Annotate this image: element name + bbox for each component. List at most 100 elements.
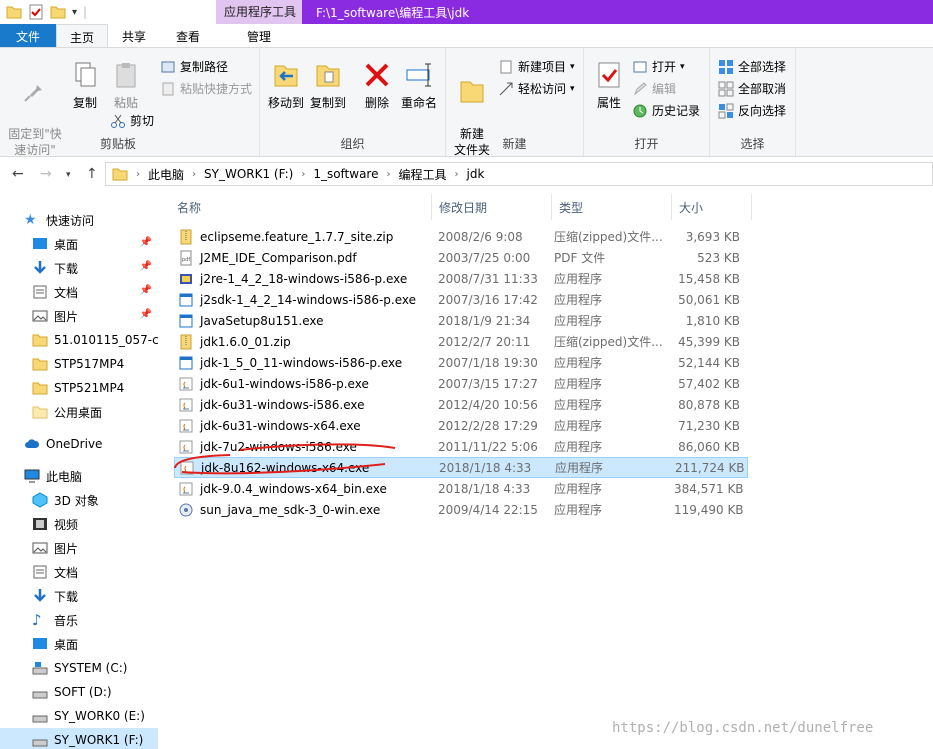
nav-pc-item[interactable]: 视频 [0,512,158,536]
cut-button[interactable]: 剪切 [110,112,154,129]
file-row[interactable]: j2re-1_4_2_18-windows-i586-p.exe 2008/7/3… [174,268,748,289]
group-organize: 移动到 复制到 删除 重命名 组织 [260,48,446,156]
copy-to-button[interactable]: 复制到 [308,60,348,111]
new-folder-icon[interactable] [50,4,66,20]
history-button[interactable]: 历史记录 [632,102,700,119]
nav-item-public-desktop[interactable]: 公用桌面 [0,400,158,424]
nav-item-downloads[interactable]: 下载 📌 [0,256,158,280]
java-file-icon [179,440,193,453]
pin-quick-access-button[interactable]: 固定到"快 速访问" [4,60,66,158]
file-row-selected[interactable]: jdk-8u162-windows-x64.exe 2018/1/18 4:33 应… [174,457,748,478]
tab-share[interactable]: 共享 [108,24,160,48]
back-arrow-icon[interactable]: ← [12,166,24,182]
nav-pc-item[interactable]: 下载 [0,584,158,608]
nav-pc-item[interactable]: 桌面 [0,632,158,656]
file-row[interactable]: jdk-6u31-windows-i586.exe 2012/4/20 10:56… [174,394,748,415]
breadcrumb-item[interactable]: 1_software [313,167,378,181]
properties-button[interactable]: 属性 [592,60,626,111]
properties-icon[interactable] [28,4,44,20]
nav-pc-item-selected[interactable]: SY_WORK1 (F:) [0,728,158,749]
pin-icon[interactable]: 📌 [140,309,152,320]
pin-icon[interactable]: 📌 [140,237,152,248]
file-row[interactable]: jdk1.6.0_01.zip 2012/2/7 20:11 压缩(zipped)文… [174,331,748,352]
system-drive-icon [32,662,48,675]
recent-locations-icon[interactable]: ▾ [66,170,71,180]
nav-pc-item[interactable]: 3D 对象 [0,488,158,512]
column-header-date[interactable]: 修改日期 [432,194,552,220]
column-header-size[interactable]: 大小 [672,194,752,220]
nav-item-pictures[interactable]: 图片 📌 [0,304,158,328]
address-bar[interactable]: › 此电脑 › SY_WORK1 (F:) › 1_software › 编程工… [105,162,933,186]
nav-pc-item[interactable]: ♪ 音乐 [0,608,158,632]
breadcrumb-item[interactable]: jdk [467,167,485,181]
select-none-button[interactable]: 全部取消 [718,80,786,97]
delete-button[interactable]: 删除 [360,60,394,111]
file-row[interactable]: jdk-6u1-windows-i586-p.exe 2007/3/15 17:2… [174,373,748,394]
edit-icon [633,81,647,95]
copy-path-button[interactable]: 复制路径 [160,58,228,75]
file-date: 2018/1/18 4:33 [439,460,532,475]
nav-onedrive[interactable]: OneDrive [0,432,158,456]
copy-button[interactable]: 复制 [68,60,102,111]
up-arrow-icon[interactable]: ↑ [86,166,98,182]
file-date: 2018/1/18 4:33 [438,481,531,496]
file-name: jdk1.6.0_01.zip [200,334,291,349]
rename-button[interactable]: 重命名 [398,60,440,111]
file-size: 80,878 KB [678,397,740,412]
breadcrumb-item[interactable]: 编程工具 [398,166,446,183]
new-item-button[interactable]: 新建项目 ▾ [498,58,575,75]
open-icon [633,61,647,72]
forward-arrow-icon[interactable]: → [40,166,52,182]
file-date: 2012/2/28 17:29 [438,418,538,433]
pin-icon[interactable]: 📌 [140,261,152,272]
file-row[interactable]: jdk-1_5_0_11-windows-i586-p.exe 2007/1/18… [174,352,748,373]
desktop-icon [33,638,47,649]
paste-shortcut-button[interactable]: 粘贴快捷方式 [160,80,252,97]
file-name: j2re-1_4_2_18-windows-i586-p.exe [200,271,408,286]
tab-manage[interactable]: 管理 [224,24,294,48]
nav-item-documents[interactable]: 文档 📌 [0,280,158,304]
tab-file[interactable]: 文件 [0,24,56,48]
tab-view[interactable]: 查看 [160,24,216,48]
tab-home[interactable]: 主页 [56,24,108,48]
file-row[interactable]: j2sdk-1_4_2_14-windows-i586-p.exe 2007/3/… [174,289,748,310]
open-button[interactable]: 打开 ▾ [632,58,685,75]
qat-dropdown-icon[interactable]: ▾ [72,7,77,18]
nav-item-desktop[interactable]: 桌面 📌 [0,232,158,256]
move-to-button[interactable]: 移动到 [266,60,306,111]
select-all-button[interactable]: 全部选择 [718,58,786,75]
file-row[interactable]: eclipseme.feature_1.7.7_site.zip 2008/2/6… [174,226,748,247]
file-row[interactable]: sun_java_me_sdk-3_0-win.exe 2009/4/14 22:… [174,499,748,520]
nav-pc-item[interactable]: SYSTEM (C:) [0,656,158,680]
file-name-cell: jdk1.6.0_01.zip [174,334,434,350]
breadcrumb-item[interactable]: 此电脑 [148,166,184,183]
edit-button[interactable]: 编辑 [632,80,676,97]
column-header-name[interactable]: 名称 [170,194,432,220]
file-name-cell: jdk-1_5_0_11-windows-i586-p.exe [174,355,434,371]
music-icon: ♪ [32,611,42,629]
nav-pc-item[interactable]: 文档 [0,560,158,584]
file-row[interactable]: jdk-9.0.4_windows-x64_bin.exe 2018/1/18 4… [174,478,748,499]
file-row[interactable]: jdk-7u2-windows-i586.exe 2011/11/22 5:06 应… [174,436,748,457]
breadcrumb-item[interactable]: SY_WORK1 (F:) [204,167,293,181]
nav-item-folder[interactable]: 51.010115_057-ca [0,328,158,352]
nav-this-pc[interactable]: 此电脑 [0,464,158,488]
file-row[interactable]: pdf J2ME_IDE_Comparison.pdf 2003/7/25 0:00… [174,247,748,268]
nav-label: 下载 [54,261,79,276]
column-header-type[interactable]: 类型 [552,194,672,220]
nav-item-folder[interactable]: STP521MP4 [0,376,158,400]
invert-selection-button[interactable]: 反向选择 [718,102,786,119]
pin-icon[interactable]: 📌 [140,285,152,296]
nav-pc-item[interactable]: SOFT (D:) [0,680,158,704]
file-name-cell: j2re-1_4_2_18-windows-i586-p.exe [174,271,434,287]
easy-access-button[interactable]: 轻松访问 ▾ [498,80,575,97]
file-row[interactable]: jdk-6u31-windows-x64.exe 2012/2/28 17:29 应… [174,415,748,436]
new-item-label: 新建项目 [518,60,567,74]
context-tab-app-tools: 应用程序工具 [216,0,302,24]
paste-button[interactable]: 粘贴 [108,60,144,111]
nav-item-folder[interactable]: STP517MP4 [0,352,158,376]
nav-quick-access[interactable]: ★ 快速访问 [0,208,158,232]
nav-pc-item[interactable]: SY_WORK0 (E:) [0,704,158,728]
file-row[interactable]: JavaSetup8u151.exe 2018/1/9 21:34 应用程序 1,81… [174,310,748,331]
nav-pc-item[interactable]: 图片 [0,536,158,560]
